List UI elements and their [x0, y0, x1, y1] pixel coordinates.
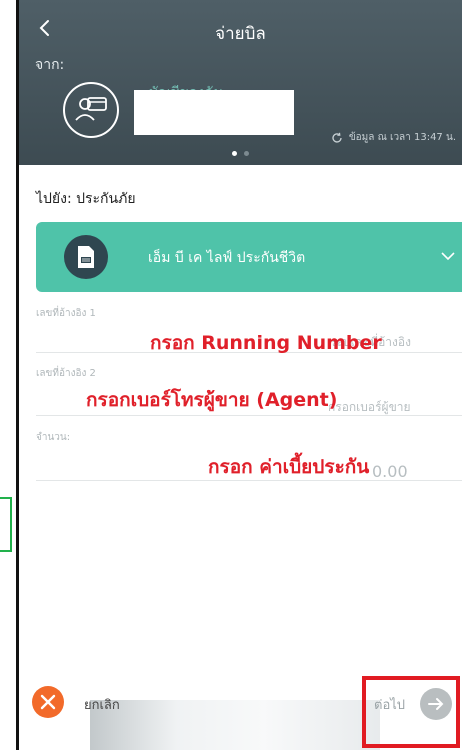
ref2-label: เลขที่อ้างอิง 2	[36, 368, 96, 379]
provider-name: เอ็ม บี เค ไลฟ์ ประกันชีวิต	[148, 250, 306, 266]
ref1-annotation: กรอก Running Number	[150, 332, 382, 354]
amount-annotation: กรอก ค่าเบี้ยประกัน	[208, 456, 370, 478]
sync-status: ข้อมูล ณ เวลา 13:47 น.	[331, 130, 456, 145]
page-title: จ่ายบิล	[215, 24, 266, 44]
page-dot[interactable]	[244, 151, 249, 156]
refresh-icon[interactable]	[331, 132, 343, 144]
background-preview	[90, 700, 380, 750]
cancel-button[interactable]	[32, 686, 64, 718]
close-icon	[40, 694, 56, 710]
page-dot-active[interactable]	[232, 151, 237, 156]
amount-label: จำนวน:	[36, 432, 71, 443]
side-marker	[0, 497, 12, 552]
page-indicator	[19, 151, 462, 156]
to-label: ไปยัง: ประกันภัย	[36, 191, 136, 207]
header: จ่ายบิล จาก: บัญชีของฉัน ข้อมูล ณ เวลา 1…	[19, 0, 462, 165]
redaction-block	[134, 90, 294, 135]
provider-selector[interactable]: เอ็ม บี เค ไลฟ์ ประกันชีวิต	[36, 222, 462, 292]
from-label: จาก:	[35, 57, 65, 73]
account-card-icon	[63, 82, 119, 138]
bill-icon	[64, 235, 108, 279]
amount-input[interactable]: 0.00	[372, 462, 408, 481]
ref2-underline	[36, 415, 462, 416]
sync-text: ข้อมูล ณ เวลา 13:47 น.	[348, 132, 456, 143]
highlight-box	[362, 676, 460, 748]
ref1-label: เลขที่อ้างอิง 1	[36, 308, 96, 319]
ref2-annotation: กรอกเบอร์โทรผู้ขาย (Agent)	[86, 389, 338, 411]
cancel-label[interactable]: ยกเลิก	[84, 694, 120, 715]
chevron-down-icon	[441, 252, 455, 261]
